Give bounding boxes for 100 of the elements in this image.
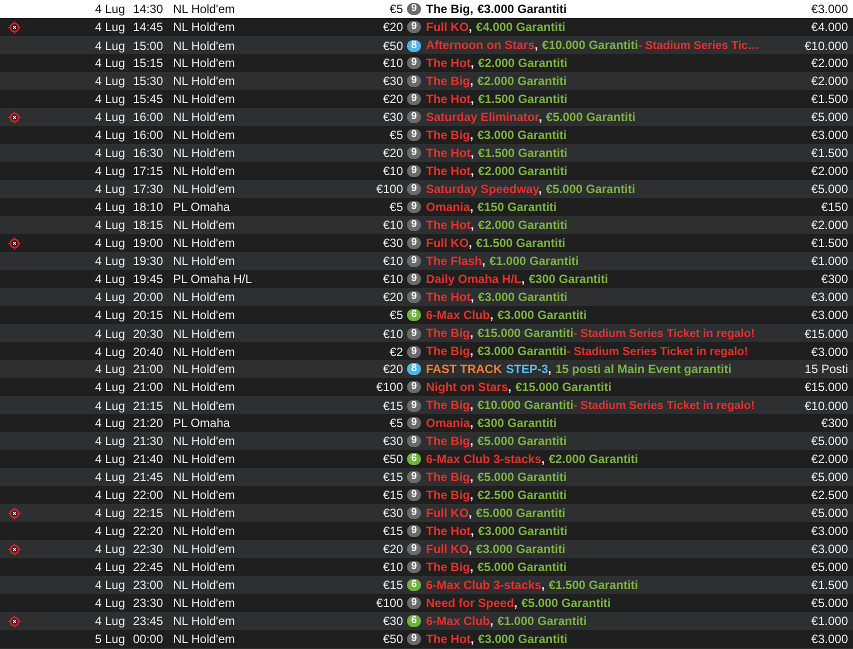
game-text: PL Omaha H/L [172, 271, 253, 288]
date-text: 4 Lug [94, 595, 125, 612]
buy-in-text: €20 [382, 145, 403, 162]
seats-badge: 9 [407, 543, 421, 555]
date-text: 4 Lug [94, 271, 125, 288]
time-text: 21:45 [132, 469, 163, 486]
tournament-name: The Hot, €2.000 Garantiti [425, 55, 568, 72]
game-text: NL Hold'em [172, 55, 236, 72]
tournament-name: 6-Max Club 3-stacks, €1.500 Garantiti [425, 577, 640, 594]
tournament-row[interactable]: 4 Lug 17:15 NL Hold'em €10 9 The Hot, €2.000 Garantiti €2.000 [0, 162, 853, 180]
seats-badge: 9 [407, 3, 421, 15]
tournament-name: Full KO, €1.500 Garantiti [425, 235, 566, 252]
tournament-row[interactable]: 4 Lug 21:00 NL Hold'em €100 9 Night on Stars, €15.000 Garantiti €15.000 [0, 378, 853, 396]
game-text: NL Hold'em [172, 361, 236, 378]
buy-in-text: €5 [388, 1, 403, 18]
prize-text: €5.000 [810, 559, 849, 576]
game-text: NL Hold'em [172, 91, 236, 108]
time-text: 22:00 [132, 487, 163, 504]
time-text: 23:45 [132, 613, 163, 630]
date-text: 4 Lug [94, 307, 125, 324]
game-text: NL Hold'em [172, 307, 236, 324]
seats-badge: 8 [407, 40, 421, 52]
buy-in-text: €20 [382, 289, 403, 306]
game-text: NL Hold'em [172, 433, 236, 450]
buy-in-text: €30 [382, 505, 403, 522]
tournament-row[interactable]: 4 Lug 22:00 NL Hold'em €15 9 The Big, €2.500 Garantiti €2.500 [0, 486, 853, 504]
buy-in-text: €20 [382, 91, 403, 108]
tournament-name: 6-Max Club, €3.000 Garantiti [425, 307, 588, 324]
buy-in-text: €50 [382, 631, 403, 648]
tournament-name: Daily Omaha H/L, €300 Garantiti [425, 271, 610, 288]
seats-badge: 9 [407, 21, 421, 33]
date-text: 4 Lug [94, 181, 125, 198]
tournament-name: Saturday Eliminator, €5.000 Garantiti [425, 109, 636, 126]
tournament-row[interactable]: 4 Lug 14:30 NL Hold'em €5 9 The Big, €3.000 Garantiti €3.000 [0, 0, 853, 18]
tournament-row[interactable]: 4 Lug 16:00 NL Hold'em €5 9 The Big, €3.000 Garantiti €3.000 [0, 126, 853, 144]
time-text: 23:00 [132, 577, 163, 594]
seats-badge: 9 [407, 93, 421, 105]
prize-text: €3.000 [810, 127, 849, 144]
date-text: 4 Lug [94, 379, 125, 396]
buy-in-text: €15 [382, 577, 403, 594]
prize-text: €5.000 [810, 595, 849, 612]
prize-text: €1.500 [810, 145, 849, 162]
date-text: 4 Lug [94, 469, 125, 486]
prize-text: €10.000 [804, 398, 849, 414]
tournament-row[interactable]: 4 Lug 23:30 NL Hold'em €100 9 Need for Speed, €5.000 Garantiti €5.000 [0, 594, 853, 612]
game-text: NL Hold'em [172, 109, 236, 126]
tournament-name: The Big, €10.000 Garantiti- Stadium Series Ticket in regalo! [425, 397, 756, 414]
tournament-name: Full KO, €3.000 Garantiti [425, 541, 566, 558]
tournament-name: Omania, €300 Garantiti [425, 415, 558, 432]
date-text: 4 Lug [94, 577, 125, 594]
date-text: 4 Lug [94, 1, 125, 18]
prize-text: €2.000 [810, 451, 849, 468]
date-text: 4 Lug [94, 73, 125, 90]
time-text: 00:00 [132, 631, 163, 648]
date-text: 4 Lug [94, 326, 125, 342]
prize-text: €2.000 [810, 73, 849, 90]
buy-in-text: €10 [382, 271, 403, 288]
tournament-row[interactable]: 4 Lug 21:40 NL Hold'em €50 6 6-Max Club 3-stacks, €2.000 Garantiti €2.000 [0, 450, 853, 468]
date-text: 4 Lug [94, 199, 125, 216]
seats-badge: 6 [407, 309, 421, 321]
tournament-row[interactable]: 5 Lug 00:00 NL Hold'em €50 9 The Hot, €3.000 Garantiti €3.000 [0, 630, 853, 648]
buy-in-text: €30 [382, 433, 403, 450]
tournament-row[interactable]: 4 Lug 20:15 NL Hold'em €5 6 6-Max Club, €3.000 Garantiti €3.000 [0, 306, 853, 324]
prize-text: €5.000 [810, 181, 849, 198]
tournament-row[interactable]: 4 Lug 15:15 NL Hold'em €10 9 The Hot, €2.000 Garantiti €2.000 [0, 54, 853, 72]
time-text: 21:40 [132, 451, 163, 468]
buy-in-text: €30 [382, 73, 403, 90]
game-text: PL Omaha [172, 415, 231, 432]
date-text: 4 Lug [94, 55, 125, 72]
tournament-row[interactable]: 4 Lug 22:20 NL Hold'em €15 9 The Hot, €3.000 Garantiti €3.000 [0, 522, 853, 540]
tournament-row[interactable]: 4 Lug 20:40 NL Hold'em €2 9 The Big, €3.000 Garantiti- Stadium Series Ticket in regalo! €3.000 [0, 342, 853, 360]
seats-badge: 9 [407, 346, 421, 358]
seats-badge: 9 [407, 129, 421, 141]
tournament-row[interactable]: 4 Lug 21:20 PL Omaha €5 9 Omania, €300 Garantiti €300 [0, 414, 853, 432]
date-text: 4 Lug [94, 415, 125, 432]
date-text: 4 Lug [94, 361, 125, 378]
tournament-row[interactable]: 4 Lug 14:45 NL Hold'em €20 9 Full KO, €4.000 Garantiti €4.000 [0, 18, 853, 36]
tournament-name: The Hot, €1.500 Garantiti [425, 145, 568, 162]
time-text: 20:00 [132, 289, 163, 306]
tournament-row[interactable]: 4 Lug 22:45 NL Hold'em €10 9 The Big, €5.000 Garantiti €5.000 [0, 558, 853, 576]
time-text: 20:40 [132, 344, 163, 360]
buy-in-text: €15 [382, 469, 403, 486]
tournament-name: The Big, €2.500 Garantiti [425, 487, 568, 504]
tournament-row[interactable]: 4 Lug 19:00 NL Hold'em €30 9 Full KO, €1.500 Garantiti €1.500 [0, 234, 853, 252]
prize-text: €300 [820, 415, 849, 432]
tournament-name: Omania, €150 Garantiti [425, 199, 558, 216]
date-text: 4 Lug [94, 19, 125, 36]
seats-badge: 9 [407, 237, 421, 249]
buy-in-text: €10 [382, 217, 403, 234]
time-text: 21:00 [132, 379, 163, 396]
tournament-row[interactable]: 4 Lug 19:45 PL Omaha H/L €10 9 Daily Omaha H/L, €300 Garantiti €300 [0, 270, 853, 288]
seats-badge: 9 [407, 183, 421, 195]
tournament-name: The Big, €5.000 Garantiti [425, 559, 568, 576]
game-text: NL Hold'em [172, 217, 236, 234]
tournament-row[interactable]: 4 Lug 15:45 NL Hold'em €20 9 The Hot, €1.500 Garantiti €1.500 [0, 90, 853, 108]
buy-in-text: €10 [382, 55, 403, 72]
time-text: 19:30 [132, 253, 163, 270]
seats-badge: 9 [407, 525, 421, 537]
time-text: 18:15 [132, 217, 163, 234]
tournament-row[interactable]: 4 Lug 18:10 PL Omaha €5 9 Omania, €150 Garantiti €150 [0, 198, 853, 216]
